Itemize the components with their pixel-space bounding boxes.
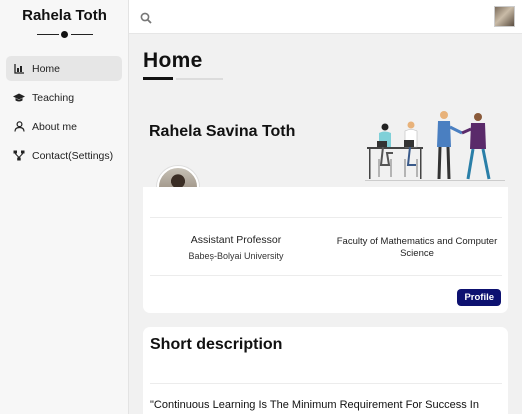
- user-icon: [13, 121, 25, 133]
- description-card: Short description "Continuous Learning I…: [143, 327, 508, 414]
- divider: [150, 217, 502, 218]
- sidebar-item-label: Teaching: [32, 91, 75, 104]
- brand-divider: [37, 31, 93, 38]
- profile-header: Rahela Savina Toth: [143, 103, 508, 187]
- search-icon[interactable]: [140, 11, 152, 24]
- network-icon: [13, 150, 25, 162]
- description-quote: "Continuous Learning Is The Minimum Requ…: [150, 399, 479, 411]
- brand-title: Rahela Toth: [22, 7, 107, 24]
- sidebar-item-label: Home: [32, 62, 61, 75]
- sidebar-item-label: Contact(Settings): [32, 149, 114, 162]
- profile-role: Assistant Professor: [190, 234, 282, 246]
- page-title: Home: [143, 49, 203, 72]
- profile-faculty: Faculty of Mathematics and Computer Scie…: [336, 236, 498, 259]
- profile-name: Rahela Savina Toth: [149, 123, 296, 140]
- sidebar-item-home[interactable]: Home: [6, 56, 122, 81]
- sidebar-item-contact[interactable]: Contact(Settings): [6, 143, 122, 168]
- avatar[interactable]: [494, 6, 515, 27]
- divider: [150, 275, 502, 276]
- sidebar-item-about-me[interactable]: About me: [6, 114, 122, 139]
- graduation-cap-icon: [13, 92, 25, 104]
- team-illustration: [365, 111, 505, 181]
- top-bar: [129, 0, 522, 34]
- chart-bars-icon: [13, 63, 25, 75]
- sidebar-item-label: About me: [32, 120, 77, 133]
- profile-university: Babeș-Bolyai University: [188, 251, 284, 261]
- description-title: Short description: [150, 336, 283, 353]
- search-input[interactable]: [157, 8, 457, 26]
- sidebar-nav: Home Teaching About me Contact(Settings): [6, 56, 122, 172]
- sidebar-item-teaching[interactable]: Teaching: [6, 85, 122, 110]
- divider: [150, 383, 502, 384]
- title-underline: [143, 77, 223, 80]
- sidebar: Rahela Toth Home Teaching About me Conta…: [0, 0, 129, 414]
- profile-button[interactable]: Profile: [457, 289, 501, 306]
- profile-card: Rahela Savina Toth Assistant Professor B…: [143, 103, 508, 313]
